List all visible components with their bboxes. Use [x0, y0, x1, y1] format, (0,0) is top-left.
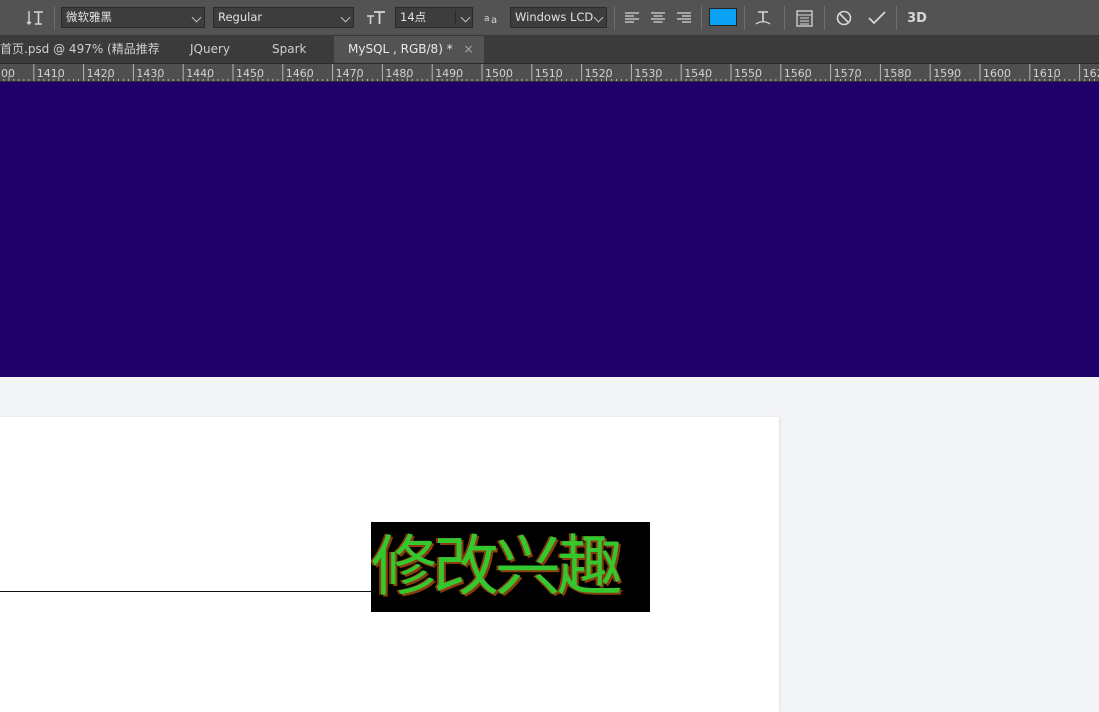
ruler-label: 1570	[834, 67, 862, 80]
ruler-label: 1550	[734, 67, 762, 80]
tab-label: Spark	[272, 42, 307, 56]
ruler-label: 1600	[983, 67, 1011, 80]
ruler-label: 1590	[933, 67, 961, 80]
ruler-label: 1440	[186, 67, 214, 80]
ruler-label: 1580	[883, 67, 911, 80]
svg-text:a: a	[484, 14, 490, 24]
tab-spark[interactable]: Spark	[272, 36, 306, 63]
document-canvas[interactable]: 修改兴趣	[0, 82, 1099, 712]
tab-homepage-psd[interactable]: 首页.psd @ 497% (精品推荐	[0, 36, 174, 63]
tab-mysql[interactable]: MySQL , RGB/8) * ×	[334, 36, 484, 63]
font-size-icon	[365, 7, 387, 29]
cancel-icon[interactable]	[833, 7, 855, 29]
anti-alias-icon: aa	[482, 7, 502, 29]
anti-alias-value: Windows LCD	[515, 10, 594, 24]
svg-text:a: a	[491, 15, 497, 25]
chevron-down-icon	[593, 12, 604, 23]
3d-label: 3D	[907, 10, 927, 26]
chevron-down-icon	[191, 12, 202, 23]
document-tabs: 首页.psd @ 497% (精品推荐 JQuery Spark MySQL ,…	[0, 36, 1099, 64]
ruler-label: 1420	[87, 67, 115, 80]
ruler-label: 00	[1, 67, 15, 80]
3d-icon[interactable]: 3D	[905, 7, 929, 29]
pixel-text: 修改兴趣	[371, 528, 623, 605]
banner-area	[0, 82, 1099, 377]
tab-label: 首页.psd @ 497% (精品推荐	[0, 42, 160, 56]
pixel-text-layer[interactable]: 修改兴趣	[371, 522, 650, 612]
ruler-label: 1500	[485, 67, 513, 80]
ruler-label: 1460	[286, 67, 314, 80]
divider-line	[0, 591, 372, 592]
ruler-label: 1490	[435, 67, 463, 80]
font-size-value: 14点	[400, 10, 427, 24]
chevron-down-icon	[340, 12, 351, 23]
options-bar: 微软雅黑 Regular 14点 aa Windows LCD 3D	[0, 0, 1099, 36]
ruler-label: 1530	[634, 67, 662, 80]
ruler-label: 1450	[236, 67, 264, 80]
horizontal-ruler[interactable]: 00 1410 1420 1430 1440 1450 1460 1470 1480 1490 15…	[0, 64, 1099, 82]
font-family-select[interactable]: 微软雅黑	[61, 7, 205, 28]
ruler-label: 1470	[336, 67, 364, 80]
tab-jquery[interactable]: JQuery	[190, 36, 230, 63]
chevron-down-icon	[460, 12, 471, 23]
ruler-label: 1430	[136, 67, 164, 80]
anti-alias-select[interactable]: Windows LCD	[510, 7, 607, 28]
font-style-select[interactable]: Regular	[213, 7, 354, 28]
character-panel-icon[interactable]	[793, 7, 815, 29]
ruler-label: 1540	[684, 67, 712, 80]
commit-icon[interactable]	[866, 7, 888, 29]
tab-label: MySQL , RGB/8) *	[348, 42, 453, 56]
text-orientation-icon[interactable]	[24, 7, 46, 29]
font-family-value: 微软雅黑	[66, 10, 112, 24]
tab-label: JQuery	[190, 42, 231, 56]
warp-text-icon[interactable]	[752, 7, 774, 29]
ruler-label: 1520	[585, 67, 613, 80]
ruler-label: 1560	[784, 67, 812, 80]
align-right-icon[interactable]	[674, 7, 694, 29]
ruler-label: 1610	[1033, 67, 1061, 80]
ruler-label: 1410	[37, 67, 65, 80]
font-style-value: Regular	[218, 10, 263, 24]
close-icon[interactable]: ×	[464, 42, 474, 56]
ruler-label: 1480	[385, 67, 413, 80]
font-size-select[interactable]: 14点	[395, 7, 473, 28]
ruler-ticks: 00 1410 1420 1430 1440 1450 1460 1470 1480 1490 15…	[1, 64, 1099, 81]
align-left-icon[interactable]	[622, 7, 642, 29]
ruler-label: 162	[1083, 67, 1099, 80]
text-color-swatch[interactable]	[709, 8, 737, 26]
align-center-icon[interactable]	[648, 7, 668, 29]
ruler-label: 1510	[535, 67, 563, 80]
dropdown-divider	[455, 10, 456, 25]
